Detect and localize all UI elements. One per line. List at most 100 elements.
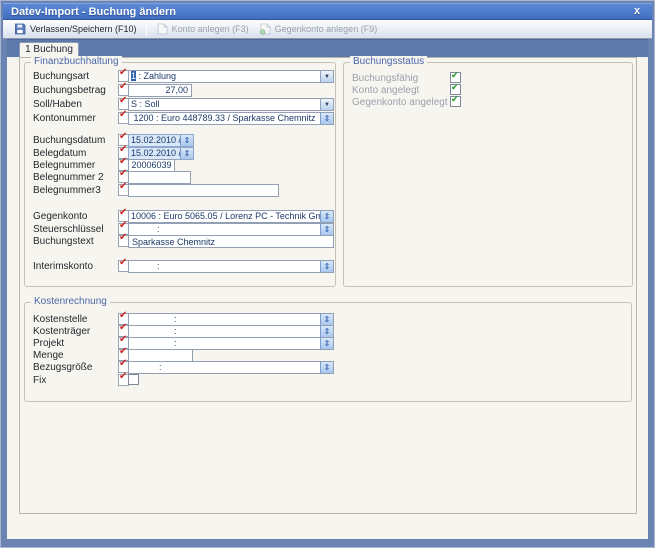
- updown-spinner-icon[interactable]: ⇕: [320, 314, 333, 325]
- buchungstext-input[interactable]: [128, 235, 334, 248]
- updown-spinner-icon[interactable]: ⇕: [180, 135, 193, 146]
- soll-haben-value: S : Soll: [129, 99, 320, 110]
- row-buchungsdatum: Buchungsdatum ✔ 15.02.2010 /Mo ⇕: [25, 134, 335, 147]
- interimskonto-label: Interimskonto: [33, 261, 93, 272]
- red-check-icon: ✔: [119, 257, 127, 269]
- group-title-buchungsstatus: Buchungsstatus: [350, 56, 427, 67]
- kontonummer-value: 1200 : Euro 448789.33 / Sparkasse Chemni…: [129, 113, 320, 124]
- buchungsart-label: Buchungsart: [33, 71, 89, 82]
- green-check-icon: ✔: [451, 94, 459, 105]
- bezugsgroesse-combo[interactable]: : ⇕: [128, 361, 334, 374]
- red-check-icon: ✔: [119, 168, 127, 180]
- gegenkonto-value: 10006 : Euro 5065.05 / Lorenz PC - Techn…: [129, 211, 320, 222]
- close-button[interactable]: x: [630, 4, 644, 19]
- save-exit-button[interactable]: Verlassen/Speichern (F10): [9, 21, 142, 37]
- row-buchungstext: Buchungstext ✔: [25, 235, 335, 248]
- kostentraeger-value: :: [129, 326, 320, 337]
- row-gegenkonto: Gegenkonto ✔ 10006 : Euro 5065.05 / Lore…: [25, 210, 335, 223]
- belegnummer2-input[interactable]: [128, 171, 191, 184]
- buchungstext-label: Buchungstext: [33, 236, 94, 247]
- red-check-icon: ✔: [119, 95, 127, 107]
- title-bar: Datev-Import - Buchung ändern x: [3, 3, 652, 20]
- toolbar: Verlassen/Speichern (F10) Konto anlegen …: [3, 20, 652, 39]
- row-belegnummer3: Belegnummer3 ✔: [25, 184, 335, 197]
- bezugsgroesse-value: :: [129, 362, 320, 373]
- interimskonto-value: :: [129, 261, 320, 272]
- dropdown-arrow-icon[interactable]: ▼: [320, 99, 333, 110]
- red-check-icon: ✔: [119, 131, 127, 143]
- buchungsdatum-label: Buchungsdatum: [33, 135, 105, 146]
- red-check-icon: ✔: [119, 310, 127, 322]
- group-title-kostenrechnung: Kostenrechnung: [31, 296, 110, 307]
- kostenstelle-value: :: [129, 314, 320, 325]
- belegnummer3-input[interactable]: [128, 184, 279, 197]
- tab-strip: [7, 39, 648, 57]
- updown-spinner-icon[interactable]: ⇕: [180, 148, 193, 159]
- belegdatum-label: Belegdatum: [33, 148, 86, 159]
- kontonummer-label: Kontonummer: [33, 113, 96, 124]
- gegenkonto-combo[interactable]: 10006 : Euro 5065.05 / Lorenz PC - Techn…: [128, 210, 334, 223]
- buchungsbetrag-field[interactable]: 27,00: [128, 84, 192, 97]
- projekt-value: :: [129, 338, 320, 349]
- buchungsbetrag-value: 27,00: [129, 85, 191, 96]
- red-check-icon: ✔: [119, 334, 127, 346]
- updown-spinner-icon[interactable]: ⇕: [320, 211, 333, 222]
- konto-angelegt-label: Konto angelegt: [352, 85, 419, 96]
- dropdown-arrow-icon[interactable]: ▼: [320, 71, 333, 82]
- red-check-icon: ✔: [119, 144, 127, 156]
- tab-page: Finanzbuchhaltung Buchungsart ✔ 1 : Zahl…: [19, 57, 637, 514]
- belegnummer-label: Belegnummer: [33, 160, 95, 171]
- row-gegenkonto-angelegt: Gegenkonto angelegt ✔: [344, 96, 632, 109]
- red-check-icon: ✔: [119, 181, 127, 193]
- updown-spinner-icon[interactable]: ⇕: [320, 338, 333, 349]
- kontonummer-combo[interactable]: 1200 : Euro 448789.33 / Sparkasse Chemni…: [128, 112, 334, 125]
- create-account-button[interactable]: Konto anlegen (F3): [151, 21, 254, 37]
- floppy-disk-icon: [14, 23, 26, 35]
- buchungsbetrag-label: Buchungsbetrag: [33, 85, 106, 96]
- row-buchungsbetrag: Buchungsbetrag ✔ 27,00: [25, 84, 335, 97]
- updown-spinner-icon[interactable]: ⇕: [320, 362, 333, 373]
- window-title: Datev-Import - Buchung ändern: [11, 6, 630, 18]
- group-title-finanzbuchhaltung: Finanzbuchhaltung: [31, 56, 122, 67]
- create-contra-account-button[interactable]: Gegenkonto anlegen (F9): [254, 21, 383, 37]
- interimskonto-combo[interactable]: : ⇕: [128, 260, 334, 273]
- green-check-icon: ✔: [451, 70, 459, 81]
- updown-spinner-icon[interactable]: ⇕: [320, 113, 333, 124]
- create-account-label: Konto anlegen (F3): [172, 24, 249, 34]
- belegnummer3-label: Belegnummer3: [33, 185, 101, 196]
- row-kontonummer: Kontonummer ✔ 1200 : Euro 448789.33 / Sp…: [25, 112, 335, 125]
- buchungsdatum-field[interactable]: 15.02.2010 /Mo ⇕: [128, 134, 194, 147]
- buchungsart-dropdown[interactable]: 1 : Zahlung ▼: [128, 70, 334, 83]
- red-check-icon: ✔: [119, 220, 127, 232]
- client-area: 1 Buchung Finanzbuchhaltung Buchungsart …: [7, 39, 648, 539]
- gegenkonto-angelegt-checkbox[interactable]: ✔: [450, 96, 461, 107]
- red-check-icon: ✔: [119, 322, 127, 334]
- steuerschluessel-label: Steuerschlüssel: [33, 224, 104, 235]
- updown-spinner-icon[interactable]: ⇕: [320, 224, 333, 235]
- group-kostenrechnung: Kostenrechnung Kostenstelle ✔ : ⇕ Kosten…: [24, 302, 632, 402]
- red-check-icon: ✔: [119, 109, 127, 121]
- projekt-label: Projekt: [33, 338, 64, 349]
- buchungsdatum-value: 15.02.2010 /Mo: [129, 135, 180, 146]
- row-fix: Fix ✔: [25, 374, 631, 387]
- updown-spinner-icon[interactable]: ⇕: [320, 326, 333, 337]
- group-buchungsstatus: Buchungsstatus Buchungsfähig ✔ Konto ang…: [343, 62, 633, 287]
- updown-spinner-icon[interactable]: ⇕: [320, 261, 333, 272]
- belegnummer2-label: Belegnummer 2: [33, 172, 104, 183]
- belegnummer-value: 20006039: [129, 160, 174, 171]
- page-plus-icon: [259, 23, 271, 35]
- red-check-icon: ✔: [119, 371, 127, 383]
- red-check-icon: ✔: [119, 81, 127, 93]
- red-check-icon: ✔: [119, 232, 127, 244]
- red-check-icon: ✔: [119, 67, 127, 79]
- gegenkonto-label: Gegenkonto: [33, 211, 88, 222]
- red-check-icon: ✔: [119, 358, 127, 370]
- fix-checkbox[interactable]: [128, 374, 139, 385]
- red-check-icon: ✔: [119, 156, 127, 168]
- soll-haben-dropdown[interactable]: S : Soll ▼: [128, 98, 334, 111]
- datev-import-window: Datev-Import - Buchung ändern x Verlasse…: [0, 0, 655, 548]
- row-bezugsgroesse: Bezugsgröße ✔ : ⇕: [25, 361, 631, 374]
- tab-buchung[interactable]: 1 Buchung: [19, 42, 79, 57]
- row-buchungsart: Buchungsart ✔ 1 : Zahlung ▼: [25, 70, 335, 83]
- bezugsgroesse-label: Bezugsgröße: [33, 362, 92, 373]
